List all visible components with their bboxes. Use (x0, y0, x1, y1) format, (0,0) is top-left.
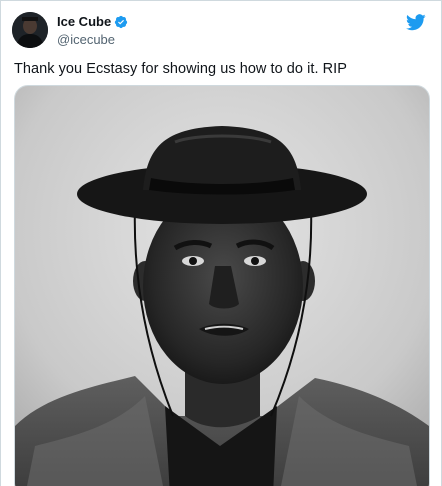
tweet-header: Ice Cube @icecube (1, 1, 441, 53)
author-display-name[interactable]: Ice Cube (57, 14, 111, 29)
author-names: Ice Cube @icecube (57, 13, 128, 47)
portrait-photo (15, 86, 429, 486)
tweet-photo[interactable] (14, 85, 430, 486)
tweet-card[interactable]: Ice Cube @icecube Thank you Ecstasy for … (0, 0, 442, 486)
verified-badge-icon (115, 15, 128, 28)
author-handle[interactable]: @icecube (57, 32, 128, 47)
tweet-text: Thank you Ecstasy for showing us how to … (14, 61, 347, 77)
author-avatar[interactable] (12, 12, 48, 48)
twitter-bird-icon[interactable] (406, 14, 426, 31)
